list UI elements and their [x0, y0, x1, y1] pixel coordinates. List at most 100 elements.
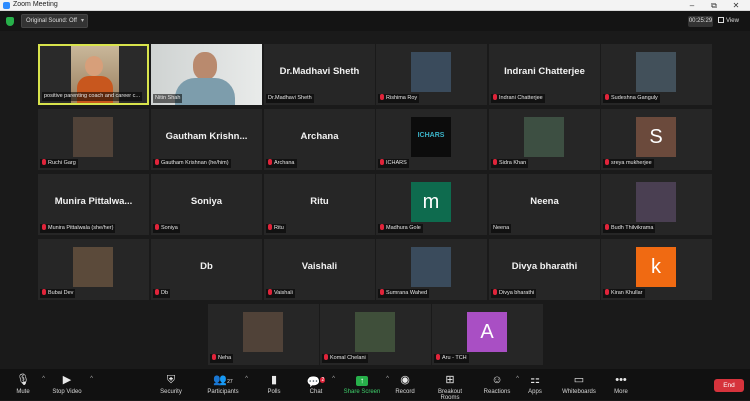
share-screen-button[interactable]: ↑ Share Screen ^ [342, 374, 389, 400]
participant-tile[interactable]: Sidra Khan [489, 109, 600, 170]
participant-tile[interactable]: Indrani Chatterjee Indrani Chatterjee [489, 44, 600, 105]
participant-tile[interactable]: ICHARS ICHARS [376, 109, 487, 170]
participant-display-name: Vaishali [301, 261, 338, 272]
participant-name-label: Budh Thilvikrama [603, 224, 656, 233]
participant-name-text: Ritu [274, 225, 284, 231]
participant-display-name: Indrani Chatterjee [504, 66, 585, 77]
encryption-shield-icon[interactable] [6, 17, 14, 26]
participant-name-text: Archana [274, 160, 295, 166]
view-button[interactable]: View [718, 15, 746, 27]
original-sound-label: Original Sound: Off [26, 18, 77, 24]
participant-name-text: positive parenting coach and career c... [44, 93, 141, 99]
participant-tile[interactable]: Komal Chelani [320, 304, 431, 365]
participant-tile[interactable]: k Kiran Khullar [601, 239, 712, 300]
profile-picture [411, 247, 451, 287]
end-meeting-button[interactable]: End [714, 379, 744, 392]
participants-icon: 👥27 [213, 374, 233, 386]
participant-name-label: Neha [210, 354, 234, 363]
record-icon: ◉ [400, 374, 410, 386]
participant-tile[interactable]: Ssreya mukherjee [601, 109, 712, 170]
participant-name-text: Kiran Khullar [611, 290, 643, 296]
participant-tile[interactable]: Ruchi Garg [38, 109, 149, 170]
participant-tile[interactable]: Sudeshna Ganguly [601, 44, 712, 105]
participant-tile[interactable]: Gautham Krishn... Gautham Krishnan (he/hi… [151, 109, 262, 170]
participants-options-chevron-icon[interactable]: ^ [245, 376, 248, 382]
participant-tile[interactable]: Budh Thilvikrama [601, 174, 712, 235]
muted-mic-icon [155, 289, 159, 295]
participant-tile[interactable]: Archana Archana [264, 109, 375, 170]
breakout-rooms-button[interactable]: ⊞ Breakout Rooms [428, 374, 472, 401]
participant-tile[interactable]: Neha [208, 304, 319, 365]
chat-badge: 2 [320, 377, 326, 383]
participant-tile[interactable]: Soniya Soniya [151, 174, 262, 235]
participant-tile[interactable]: Sumrana Wahed [376, 239, 487, 300]
muted-mic-icon [42, 289, 46, 295]
breakout-rooms-icon: ⊞ [445, 374, 455, 386]
participant-tile[interactable]: Ritu Ritu [264, 174, 375, 235]
mute-label: Mute [16, 389, 30, 395]
window-title: Zoom Meeting [13, 1, 58, 8]
stop-video-button[interactable]: ▶ Stop Video ^ [48, 374, 93, 400]
participant-display-name: Munira Pittalwa... [54, 196, 133, 207]
participants-button[interactable]: 👥27 Participants ^ [205, 374, 248, 400]
participant-name-label: Neena [491, 224, 512, 233]
polls-button[interactable]: ▮ Polls [262, 374, 286, 400]
record-button[interactable]: ◉ Record [393, 374, 417, 400]
chevron-down-icon: ▾ [80, 18, 84, 24]
share-options-chevron-icon[interactable]: ^ [386, 376, 389, 382]
video-options-chevron-icon[interactable]: ^ [90, 376, 93, 382]
close-window-button[interactable]: ✕ [725, 0, 747, 11]
participant-name-label: Db [153, 289, 171, 298]
participant-tile[interactable]: Divya bharathi Divya bharathi [489, 239, 600, 300]
muted-mic-icon [380, 289, 384, 295]
reactions-options-chevron-icon[interactable]: ^ [516, 376, 519, 382]
participant-name-label: Soniya [153, 224, 180, 233]
participant-tile[interactable]: m Madhura Gole [376, 174, 487, 235]
participant-name-text: Ruchi Garg [48, 160, 76, 166]
participant-tile[interactable]: Bubai Dev [38, 239, 149, 300]
apps-icon: ⚏ [530, 374, 540, 386]
participant-name-text: Munira Pittalwala (she/her) [48, 225, 114, 231]
participant-tile[interactable]: positive parenting coach and career c... [38, 44, 149, 105]
logo-text: ICHARS [417, 132, 445, 139]
ellipsis-icon: ••• [615, 374, 627, 386]
mute-options-chevron-icon[interactable]: ^ [42, 376, 45, 382]
participant-tile[interactable]: Dr.Madhavi Sheth Dr.Madhavi Sheth [264, 44, 375, 105]
minimize-button[interactable]: – [681, 0, 703, 11]
apps-button[interactable]: ⚏ Apps [525, 374, 545, 400]
participant-name-text: Neena [493, 225, 510, 231]
participant-tile[interactable]: Nitin Shah [151, 44, 262, 105]
muted-mic-icon [268, 289, 272, 295]
original-sound-button[interactable]: Original Sound: Off ▾ [21, 14, 88, 28]
participant-tile[interactable]: Vaishali Vaishali [264, 239, 375, 300]
participant-name-label: Bubai Dev [40, 289, 76, 298]
participant-display-name: Soniya [190, 196, 223, 207]
participant-name-text: sreya mukherjee [611, 160, 652, 166]
video-camera-icon: ▶ [62, 374, 72, 386]
participant-name-text: Divya bharathi [499, 290, 535, 296]
more-button[interactable]: ••• More [610, 374, 632, 400]
polls-label: Polls [267, 389, 281, 395]
muted-mic-icon [212, 354, 216, 360]
participant-name-label: Sumrana Wahed [378, 289, 430, 298]
participant-tile[interactable]: A Aru - TCH [432, 304, 543, 365]
chat-button[interactable]: 💬2 Chat ^ [304, 374, 335, 400]
profile-picture [636, 182, 676, 222]
participant-tile[interactable]: Munira Pittalwa... Munira Pittalwala (she… [38, 174, 149, 235]
reactions-button[interactable]: ☺ Reactions ^ [482, 374, 519, 400]
participant-tile[interactable]: Db Db [151, 239, 262, 300]
profile-picture [411, 52, 451, 92]
participant-display-name: Neena [530, 196, 559, 207]
whiteboards-button[interactable]: ▭ Whiteboards [559, 374, 599, 400]
participant-tile[interactable]: Neena Neena [489, 174, 600, 235]
muted-mic-icon [42, 224, 46, 230]
participant-name-label: Komal Chelani [322, 354, 368, 363]
security-button[interactable]: ⛨ Security [156, 374, 186, 400]
avatar-initial: m [411, 182, 451, 222]
muted-mic-icon [155, 159, 159, 165]
muted-mic-icon [380, 159, 384, 165]
maximize-button[interactable]: ⧉ [703, 0, 725, 11]
mute-button[interactable]: 🎙 Mute ^ [8, 374, 45, 400]
chat-options-chevron-icon[interactable]: ^ [332, 376, 335, 382]
participant-tile[interactable]: Rishima Roy [376, 44, 487, 105]
